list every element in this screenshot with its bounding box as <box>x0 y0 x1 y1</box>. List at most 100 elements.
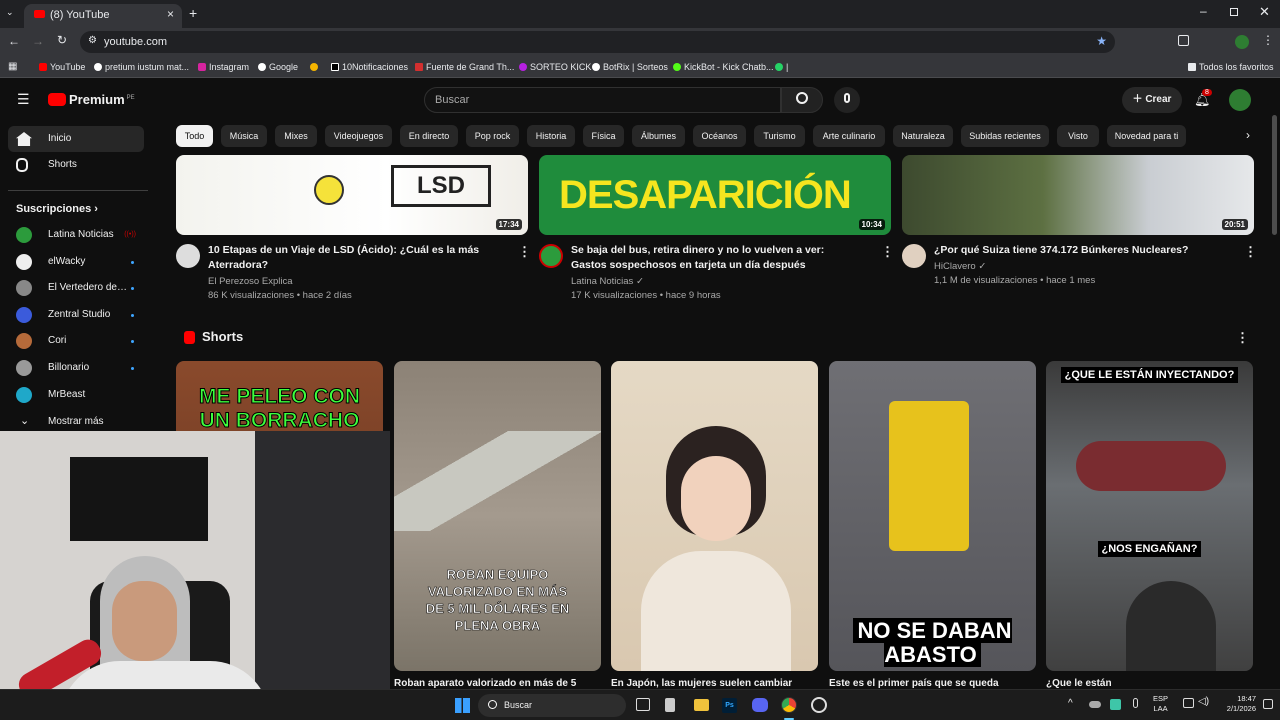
sidebar-sub-mrbeast[interactable]: MrBeast <box>8 382 144 408</box>
video-title[interactable]: Se baja del bus, retira dinero y no lo v… <box>571 243 861 273</box>
subscriptions-heading[interactable]: Suscripciones › <box>16 203 98 215</box>
bookmark-fuente[interactable]: Fuente de Grand Th... <box>415 62 514 72</box>
video-channel[interactable]: El Perezoso Explica <box>208 276 292 287</box>
video-thumbnail-3[interactable]: 20:51 <box>902 155 1254 235</box>
task-view-icon[interactable] <box>636 698 650 711</box>
bookmark-x[interactable]: 10Notificaciones <box>331 62 408 72</box>
clock[interactable]: 18:47 2/1/2026 <box>1216 694 1256 714</box>
forward-icon[interactable]: → <box>32 34 44 48</box>
bookmark-star-icon[interactable]: ★ <box>1096 34 1107 48</box>
sidebar-item-inicio[interactable]: Inicio <box>8 126 144 152</box>
sidebar-sub-zentral[interactable]: Zentral Studio <box>8 302 144 328</box>
short-title[interactable]: ¿Que le están <box>1046 678 1112 689</box>
language-indicator[interactable]: ESP LAA <box>1153 694 1168 714</box>
bookmark-kickbot[interactable]: KickBot - Kick Chatb... <box>673 62 774 72</box>
bookmark-botrix[interactable]: BotRix | Sorteos <box>592 62 668 72</box>
sidebar-sub-billonario[interactable]: Billonario <box>8 355 144 381</box>
chip-naturaleza[interactable]: Naturaleza <box>893 125 953 147</box>
chip-historia[interactable]: Historia <box>527 125 575 147</box>
shorts-more-icon[interactable]: ⋮ <box>1236 330 1249 346</box>
account-avatar[interactable] <box>1229 89 1251 111</box>
sidebar-sub-cori[interactable]: Cori <box>8 328 144 354</box>
show-hidden-icons[interactable]: ^ <box>1068 698 1073 709</box>
sidebar-sub-elwacky[interactable]: elWacky <box>8 249 144 275</box>
chip-subidas-recientes[interactable]: Subidas recientes <box>961 125 1049 147</box>
microphone-tray-icon[interactable] <box>1133 698 1138 708</box>
chip-fisica[interactable]: Física <box>583 125 624 147</box>
chip-en-directo[interactable]: En directo <box>400 125 458 147</box>
wifi-icon[interactable] <box>1183 698 1194 708</box>
chip-arte-culinario[interactable]: Arte culinario <box>813 125 885 147</box>
scrollbar-thumb[interactable] <box>1272 115 1277 235</box>
app-icon[interactable] <box>665 698 675 712</box>
chip-videojuegos[interactable]: Videojuegos <box>325 125 392 147</box>
channel-avatar[interactable] <box>176 244 200 268</box>
file-explorer-icon[interactable] <box>694 699 709 711</box>
volume-icon[interactable]: ◁) <box>1198 696 1209 707</box>
page-scrollbar[interactable] <box>1270 80 1280 689</box>
bookmark-whatsapp[interactable]: | <box>775 62 788 72</box>
chip-todo[interactable]: Todo <box>176 125 213 147</box>
apps-icon[interactable]: ▦ <box>8 61 17 72</box>
minimize-button[interactable]: – <box>1200 4 1207 18</box>
chips-next-icon[interactable]: › <box>1246 128 1250 142</box>
sidebar-sub-latina[interactable]: Latina Noticias ((•)) <box>8 222 144 248</box>
profile-avatar[interactable] <box>1235 35 1249 49</box>
browser-menu-icon[interactable]: ⋮ <box>1262 33 1274 47</box>
discord-icon[interactable] <box>752 698 768 712</box>
reload-icon[interactable]: ↻ <box>57 33 67 47</box>
close-tab-icon[interactable]: × <box>167 7 174 21</box>
chrome-icon[interactable] <box>781 697 797 713</box>
video-title[interactable]: 10 Etapas de un Viaje de LSD (Ácido): ¿C… <box>208 243 498 273</box>
more-actions-icon[interactable]: ⋮ <box>881 244 894 260</box>
new-tab-button[interactable]: + <box>189 5 197 21</box>
short-card-4[interactable]: NO SE DABAN ABASTO <box>829 361 1036 671</box>
chip-musica[interactable]: Música <box>221 125 267 147</box>
extensions-icon[interactable] <box>1178 35 1189 46</box>
chip-oceanos[interactable]: Océanos <box>693 125 746 147</box>
all-bookmarks[interactable]: Todos los favoritos <box>1188 62 1274 72</box>
search-input[interactable]: Buscar <box>424 87 781 113</box>
site-info-icon[interactable]: ⚙ <box>88 35 97 46</box>
sidebar-sub-vertedero[interactable]: El Vertedero de ... <box>8 275 144 301</box>
short-title[interactable]: Roban aparato valorizado en más de 5 <box>394 678 576 689</box>
search-button[interactable] <box>781 87 823 113</box>
tab-search-button[interactable]: ⌄ <box>6 7 18 19</box>
bookmark-sorteo-kick[interactable]: SORTEO KICK <box>519 62 591 72</box>
chip-novedad[interactable]: Novedad para ti <box>1107 125 1186 147</box>
photoshop-icon[interactable]: Ps <box>722 698 737 713</box>
video-channel[interactable]: Latina Noticias ✓ <box>571 276 644 287</box>
network-tray-icon[interactable] <box>1110 699 1121 710</box>
chip-pop-rock[interactable]: Pop rock <box>466 125 519 147</box>
short-title[interactable]: En Japón, las mujeres suelen cambiar <box>611 678 792 689</box>
start-button[interactable] <box>455 698 470 713</box>
chip-turismo[interactable]: Turismo <box>754 125 805 147</box>
create-button[interactable]: ＋ Crear <box>1122 87 1182 113</box>
chip-mixes[interactable]: Mixes <box>275 125 317 147</box>
channel-avatar[interactable] <box>902 244 926 268</box>
video-thumbnail-1[interactable]: LSD 17:34 <box>176 155 528 235</box>
steam-icon[interactable] <box>811 697 827 713</box>
chip-visto[interactable]: Visto <box>1057 125 1099 147</box>
sidebar-item-shorts[interactable]: Shorts <box>8 152 144 178</box>
short-card-2[interactable]: ROBAN EQUIPO VALORIZADO EN MÁS DE 5 MIL … <box>394 361 601 671</box>
short-title[interactable]: Este es el primer país que se queda <box>829 678 999 689</box>
onedrive-icon[interactable] <box>1089 701 1101 708</box>
youtube-logo[interactable]: Premium PE <box>48 92 135 107</box>
address-bar[interactable]: ⚙ youtube.com ★ <box>80 31 1115 53</box>
video-channel[interactable]: HiClavero ✓ <box>934 261 986 272</box>
chip-albumes[interactable]: Álbumes <box>632 125 685 147</box>
notification-center-icon[interactable] <box>1263 699 1273 709</box>
bookmark-pinwheel[interactable] <box>310 62 321 72</box>
browser-tab-youtube[interactable]: (8) YouTube × <box>24 4 182 28</box>
bookmark-youtube[interactable]: YouTube <box>39 62 85 72</box>
channel-avatar[interactable] <box>539 244 563 268</box>
more-actions-icon[interactable]: ⋮ <box>1244 244 1257 260</box>
bookmark-google[interactable]: Google <box>258 62 298 72</box>
short-card-3[interactable] <box>611 361 818 671</box>
bookmark-pretium[interactable]: pretium iustum mat... <box>94 62 189 72</box>
more-actions-icon[interactable]: ⋮ <box>518 244 531 260</box>
close-window-button[interactable]: ✕ <box>1259 4 1270 20</box>
voice-search-button[interactable] <box>834 87 860 113</box>
short-card-5[interactable]: ¿QUE LE ESTÁN INYECTANDO? ¿NOS ENGAÑAN? <box>1046 361 1253 671</box>
